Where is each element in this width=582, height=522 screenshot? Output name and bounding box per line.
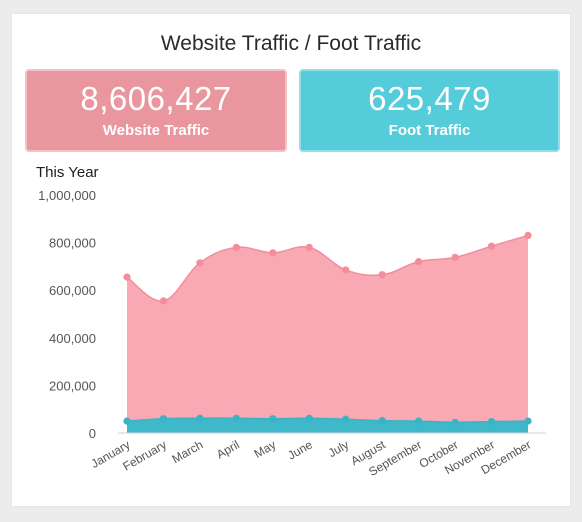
series-2-point [159, 415, 168, 423]
series-1-point [123, 273, 131, 281]
x-tick-label: June [285, 437, 315, 462]
series-1-point [378, 271, 386, 279]
dashboard-card: Website Traffic / Foot Traffic 8,606,427… [12, 14, 570, 506]
series-2-point [305, 414, 313, 422]
x-tick-label: April [214, 437, 242, 461]
series-2-point [123, 417, 131, 425]
series-1-point [487, 242, 496, 250]
x-tick-label: May [252, 437, 279, 460]
series-2-point [415, 417, 423, 425]
series-1-point [415, 258, 423, 266]
series-2-point [196, 414, 204, 422]
series-2-point [269, 415, 277, 423]
series-1-point [196, 259, 204, 267]
y-tick-label: 1,000,000 [38, 188, 96, 203]
series-1-point [305, 243, 313, 251]
series-1-point [269, 249, 277, 257]
series-1-point [232, 243, 240, 251]
series-2-point [524, 417, 532, 425]
y-tick-label: 0 [89, 426, 96, 441]
series-1-point [342, 266, 350, 274]
x-tick-label: July [326, 437, 351, 460]
series-2-point [378, 417, 386, 425]
y-tick-label: 200,000 [49, 378, 96, 393]
x-tick-label: March [170, 437, 206, 466]
series-2-point [451, 418, 459, 426]
series-2-point [487, 417, 496, 426]
y-tick-label: 800,000 [49, 236, 96, 251]
series-2-point [342, 415, 350, 423]
series-2-point [232, 414, 240, 422]
traffic-area-chart: 0200,000400,000600,000800,0001,000,000Ja… [38, 188, 546, 479]
series-1-point [159, 297, 168, 305]
series-1-point [524, 231, 532, 240]
y-tick-label: 600,000 [49, 283, 96, 298]
series-1-point [451, 253, 459, 261]
series-1-area [127, 235, 528, 433]
y-tick-label: 400,000 [49, 331, 96, 346]
